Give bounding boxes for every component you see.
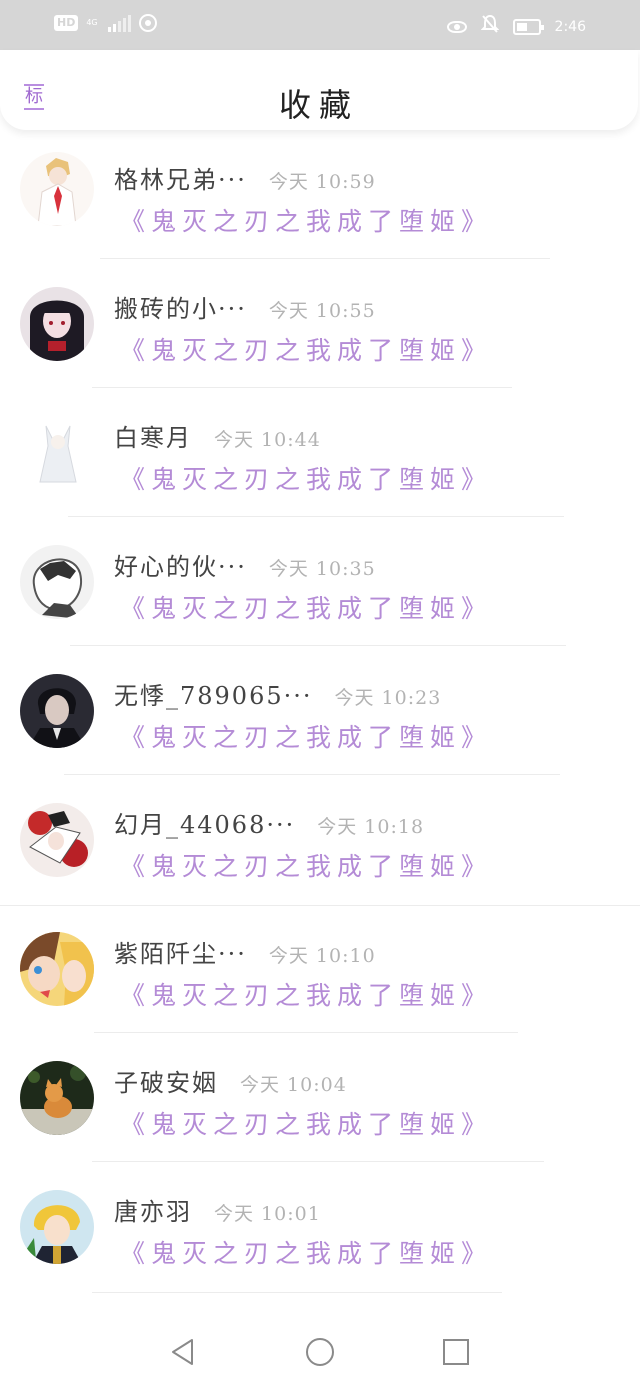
status-bar-right: 2:46 — [446, 14, 586, 39]
avatar — [20, 803, 94, 877]
status-bar: HD 4G 2:46 — [0, 0, 640, 50]
battery-icon — [512, 18, 544, 35]
network-label: 4G — [86, 18, 98, 27]
timestamp: 今天 10:01 — [214, 1203, 321, 1225]
header: 标 收藏 — [0, 50, 638, 130]
avatar — [20, 152, 94, 226]
user-name: 子破安姻 — [114, 1069, 218, 1097]
status-bar-left: HD 4G — [54, 14, 157, 32]
book-title: 《鬼灭之刃之我成了堕姬》 — [120, 465, 493, 494]
divider — [100, 258, 550, 259]
user-name: 搬砖的小··· — [114, 295, 247, 323]
user-name: 白寒月 — [114, 424, 192, 452]
home-button[interactable] — [305, 1337, 335, 1367]
timestamp: 今天 10:10 — [268, 945, 376, 967]
red-white-anime-avatar — [20, 803, 94, 877]
dark-suit-man-avatar — [20, 674, 94, 748]
status-time: 2:46 — [554, 18, 586, 35]
divider — [92, 387, 512, 388]
list-item[interactable]: 白寒月 今天 10:44 《鬼灭之刃之我成了堕姬》 — [0, 408, 640, 537]
book-title: 《鬼灭之刃之我成了堕姬》 — [120, 981, 493, 1010]
avatar — [20, 416, 94, 490]
book-title: 《鬼灭之刃之我成了堕姬》 — [120, 723, 493, 752]
bell-muted-icon — [480, 14, 499, 39]
timestamp: 今天 10:35 — [268, 558, 376, 580]
list-item[interactable]: 格林兄弟··· 今天 10:59 《鬼灭之刃之我成了堕姬》 — [0, 150, 640, 279]
user-name: 唐亦羽 — [114, 1198, 192, 1226]
sketch-character-avatar — [20, 545, 94, 619]
list-item[interactable]: 子破安姻 今天 10:04 《鬼灭之刃之我成了堕姬》 — [0, 1053, 640, 1182]
page-title: 收藏 — [278, 86, 359, 124]
timestamp: 今天 10:44 — [214, 429, 321, 451]
square-recent-icon — [443, 1339, 469, 1365]
divider — [64, 774, 560, 775]
book-title: 《鬼灭之刃之我成了堕姬》 — [120, 1239, 493, 1268]
triangle-back-icon — [172, 1339, 193, 1365]
blonde-boy-avatar — [20, 1190, 94, 1264]
divider — [92, 1161, 544, 1162]
divider — [94, 1032, 518, 1033]
divider — [92, 1292, 502, 1293]
timestamp: 今天 10:23 — [334, 687, 442, 709]
anime-boy-red-tie-avatar — [20, 152, 94, 226]
avatar — [20, 674, 94, 748]
circle-home-icon — [306, 1338, 334, 1366]
timestamp: 今天 10:04 — [240, 1074, 347, 1096]
list-item[interactable]: 唐亦羽 今天 10:01 《鬼灭之刃之我成了堕姬》 — [0, 1182, 640, 1311]
hotspot-icon — [138, 14, 157, 32]
book-title: 《鬼灭之刃之我成了堕姬》 — [120, 1110, 493, 1139]
timestamp: 今天 10:18 — [317, 816, 425, 838]
item-header: 子破安姻 今天 10:04 — [114, 1063, 347, 1098]
list-item[interactable]: 紫陌阡尘··· 今天 10:10 《鬼灭之刃之我成了堕姬》 — [0, 924, 640, 1053]
book-title: 《鬼灭之刃之我成了堕姬》 — [120, 336, 493, 365]
user-name: 好心的伙··· — [114, 553, 247, 581]
eye-comfort-icon — [446, 20, 467, 33]
item-header: 白寒月 今天 10:44 — [114, 418, 321, 453]
dark-hair-girl-avatar — [20, 287, 94, 361]
list-item[interactable]: 搬砖的小··· 今天 10:55 《鬼灭之刃之我成了堕姬》 — [0, 279, 640, 408]
divider — [68, 516, 564, 517]
user-name: 幻月_44068··· — [114, 811, 296, 839]
book-title: 《鬼灭之刃之我成了堕姬》 — [120, 207, 493, 236]
avatar — [20, 287, 94, 361]
divider — [0, 905, 640, 906]
avatar — [20, 1190, 94, 1264]
system-nav-bar — [0, 1315, 640, 1387]
white-hair-figure-avatar — [20, 416, 94, 490]
book-title: 《鬼灭之刃之我成了堕姬》 — [120, 594, 493, 623]
user-name: 紫陌阡尘··· — [114, 940, 247, 968]
divider — [70, 645, 566, 646]
item-header: 好心的伙··· 今天 10:35 — [114, 547, 376, 582]
book-title: 《鬼灭之刃之我成了堕姬》 — [120, 852, 493, 881]
item-header: 格林兄弟··· 今天 10:59 — [114, 160, 376, 195]
hd-badge: HD — [54, 15, 79, 31]
item-header: 唐亦羽 今天 10:01 — [114, 1192, 321, 1227]
signal-icon — [107, 14, 131, 32]
recent-apps-button[interactable] — [441, 1337, 471, 1367]
list-item[interactable]: 幻月_44068··· 今天 10:18 《鬼灭之刃之我成了堕姬》 — [0, 795, 640, 924]
avatar — [20, 932, 94, 1006]
avatar — [20, 545, 94, 619]
user-name: 格林兄弟··· — [114, 166, 247, 194]
back-button[interactable] — [168, 1337, 198, 1367]
item-header: 幻月_44068··· 今天 10:18 — [114, 805, 424, 840]
item-header: 无悸_789065··· 今天 10:23 — [114, 676, 441, 711]
blonde-couple-avatar — [20, 932, 94, 1006]
timestamp: 今天 10:59 — [268, 171, 376, 193]
list-item[interactable]: 无悸_789065··· 今天 10:23 《鬼灭之刃之我成了堕姬》 — [0, 666, 640, 795]
item-header: 紫陌阡尘··· 今天 10:10 — [114, 934, 376, 969]
list-item[interactable]: 好心的伙··· 今天 10:35 《鬼灭之刃之我成了堕姬》 — [0, 537, 640, 666]
user-name: 无悸_789065··· — [114, 682, 313, 710]
avatar — [20, 1061, 94, 1135]
orange-cat-avatar — [20, 1061, 94, 1135]
timestamp: 今天 10:55 — [268, 300, 376, 322]
item-header: 搬砖的小··· 今天 10:55 — [114, 289, 376, 324]
